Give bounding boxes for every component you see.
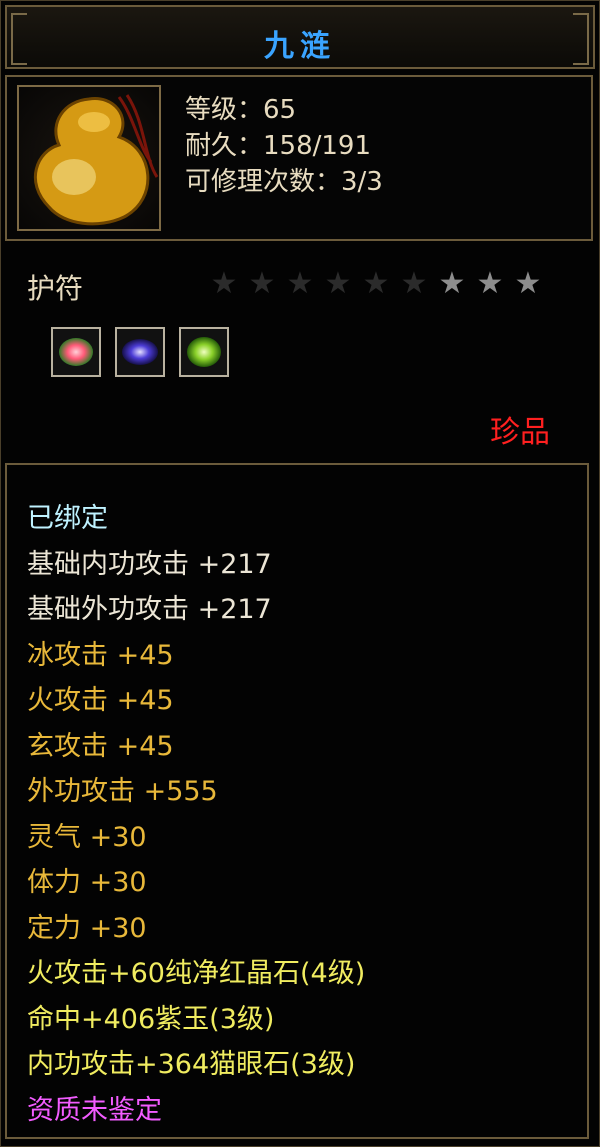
attribute-line: 玄攻击 +45 [27, 730, 174, 762]
attribute-line: 外功攻击 +555 [27, 776, 218, 807]
item-level: 等级：65 [185, 95, 297, 125]
item-tooltip: 九涟 等级：65 耐久：158/191 可修理次数：3/3 护符 ★ ★ ★ ★ ★ ★ ★… [0, 0, 600, 1147]
item-repair-count: 可修理次数：3/3 [185, 167, 383, 197]
purple-gem-icon [122, 339, 158, 365]
amulet-icon [33, 94, 159, 226]
attribute-line: 定力 +30 [27, 912, 147, 944]
purple-gem-slot [115, 327, 165, 377]
star-rating: ★ ★ ★ ★ ★ ★ ★ ★ ★ [205, 267, 547, 301]
attribute-line: 资质未鉴定 [27, 1094, 162, 1126]
attribute-line: 灵气 +30 [27, 821, 147, 853]
star-icon: ★ [248, 266, 276, 301]
item-category: 护符 [27, 272, 84, 305]
attribute-line: 火攻击+60纯净红晶石(4级) [27, 958, 366, 989]
attribute-line: 体力 +30 [27, 867, 147, 898]
star-icon: ★ [324, 266, 352, 301]
attribute-line: 冰攻击 +45 [27, 639, 174, 671]
red-gem-icon [59, 338, 93, 366]
rarity-label: 珍品 [490, 415, 550, 450]
star-icon: ★ [438, 266, 466, 301]
star-icon: ★ [514, 266, 542, 301]
title-bar: 九涟 [5, 5, 595, 69]
item-durability: 耐久：158/191 [185, 131, 372, 161]
attribute-line: 基础外功攻击 +217 [27, 594, 272, 625]
star-icon: ★ [286, 266, 314, 301]
attribute-line: 命中+406紫玉(3级) [27, 1003, 275, 1035]
attribute-line: 内功攻击+364猫眼石(3级) [27, 1049, 356, 1080]
star-icon: ★ [362, 266, 390, 301]
star-icon: ★ [400, 266, 428, 301]
attribute-line: 基础内功攻击 +217 [27, 548, 272, 580]
red-gem-slot [51, 327, 101, 377]
green-gem-slot [179, 327, 229, 377]
green-gem-icon [187, 337, 221, 367]
star-icon: ★ [210, 266, 238, 301]
star-icon: ★ [476, 266, 504, 301]
attribute-line: 已绑定 [27, 503, 108, 534]
item-icon-frame [17, 85, 161, 231]
item-name: 九涟 [264, 29, 336, 64]
attribute-line: 火攻击 +45 [27, 685, 174, 716]
